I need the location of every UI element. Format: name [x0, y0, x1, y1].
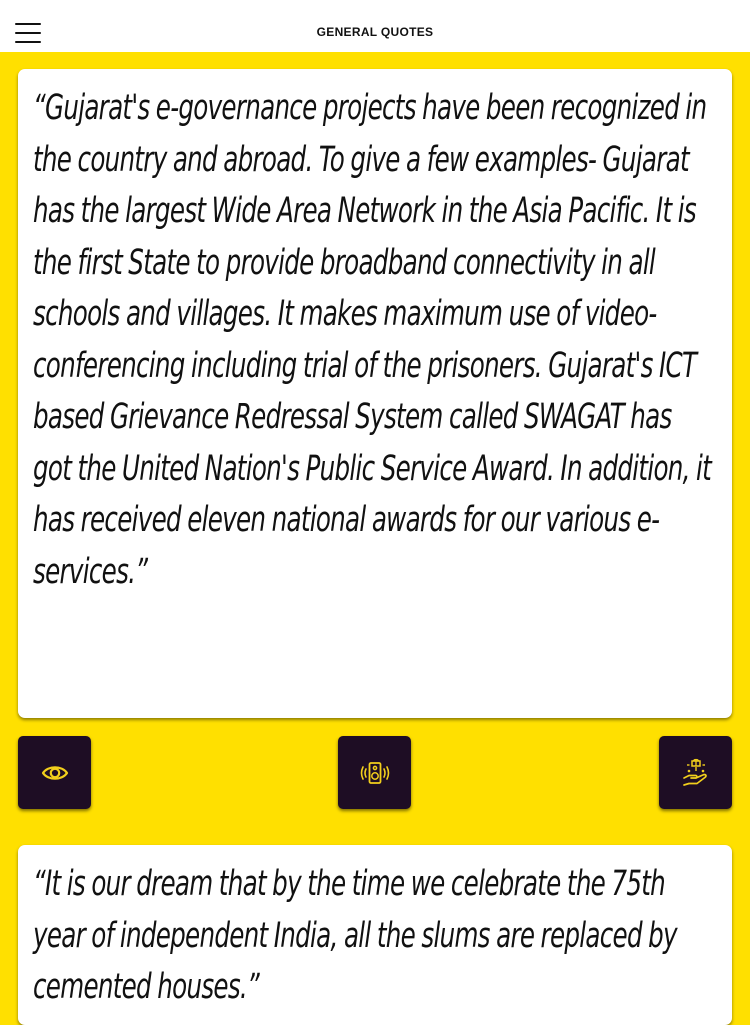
view-button[interactable] — [18, 736, 91, 809]
speaker-button[interactable] — [338, 736, 411, 809]
page-title: GENERAL QUOTES — [316, 25, 434, 39]
quote-card: “Gujarat's e-governance projects have be… — [18, 69, 732, 718]
share-button[interactable] — [659, 736, 732, 809]
hand-gift-icon — [682, 758, 707, 786]
quote-text: “Gujarat's e-governance projects have be… — [33, 88, 712, 592]
menu-bar — [15, 41, 41, 43]
speaker-icon — [360, 761, 389, 784]
quote-text: “It is our dream that by the time we cel… — [33, 864, 678, 1007]
eye-icon — [41, 765, 68, 780]
quote-card: “It is our dream that by the time we cel… — [18, 845, 732, 1025]
app-header: GENERAL QUOTES — [0, 0, 750, 52]
